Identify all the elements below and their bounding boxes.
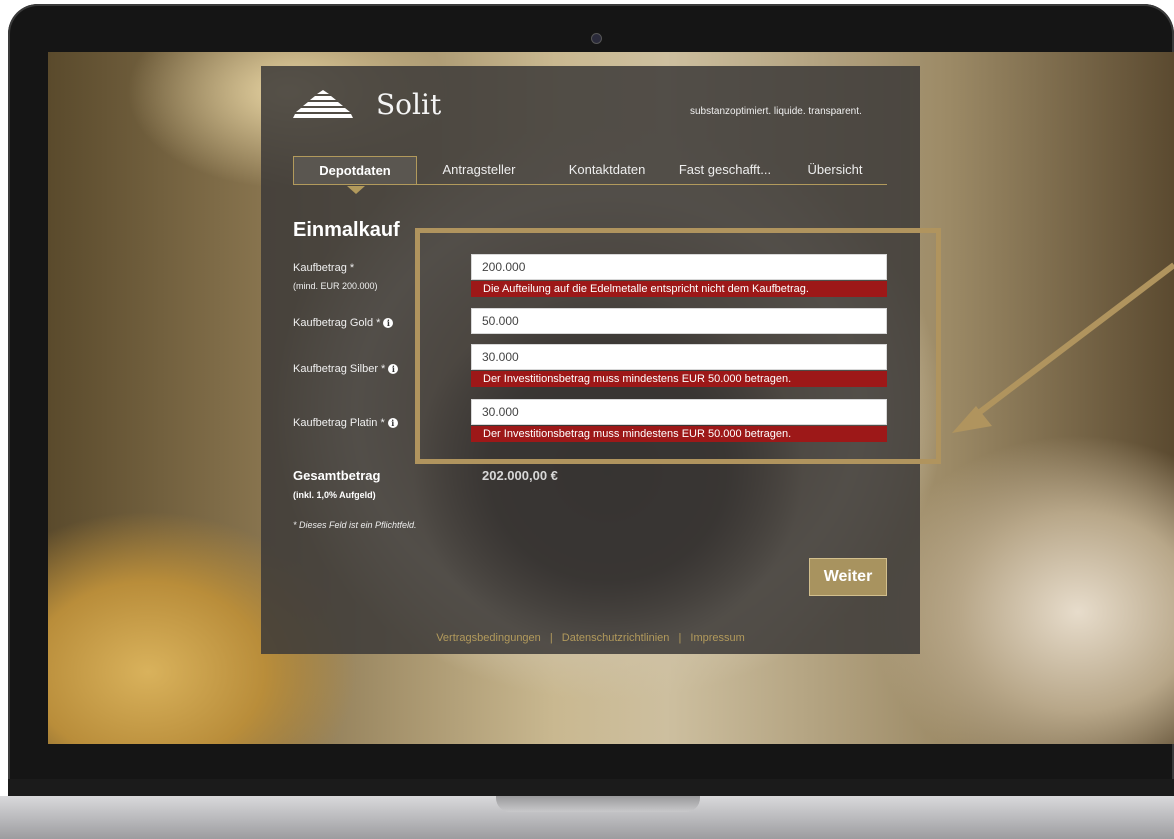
kaufbetrag-platin-label: Kaufbetrag Platin * i [293,417,398,429]
gesamtbetrag-value: 202.000,00 € [482,468,558,483]
impressum-link[interactable]: Impressum [690,632,744,644]
tab-antragsteller[interactable]: Antragsteller [433,156,525,184]
brand-name: Solit [376,88,442,121]
logo-icon [293,90,353,118]
required-note: * Dieses Feld ist ein Pflichtfeld. [293,520,417,530]
footer-links: Vertragsbedingungen | Datenschutzrichtli… [261,632,920,644]
footer-separator: | [678,632,682,644]
brand-tagline: substanzoptimiert. liquide. transparent. [690,106,862,117]
kaufbetrag-platin-label-text: Kaufbetrag Platin * [293,417,385,429]
kaufbetrag-gold-label: Kaufbetrag Gold * i [293,317,394,329]
annotation-arrow-icon [952,262,1174,433]
info-icon[interactable]: i [383,318,394,329]
section-title: Einmalkauf [293,219,400,241]
kaufbetrag-gold-label-text: Kaufbetrag Gold * [293,317,381,329]
weiter-button[interactable]: Weiter [809,558,887,596]
tab-kontaktdaten[interactable]: Kontaktdaten [561,156,653,184]
kaufbetrag-label: Kaufbetrag * [293,262,355,274]
kaufbetrag-silber-label: Kaufbetrag Silber * i [293,363,399,375]
camera-icon [591,33,602,44]
step-tabs: Depotdaten Antragsteller Kontaktdaten Fa… [293,156,887,185]
tab-uebersicht[interactable]: Übersicht [803,156,867,184]
laptop-hinge [8,779,1174,796]
tab-depotdaten[interactable]: Depotdaten [293,156,417,184]
gesamtbetrag-sublabel: (inkl. 1,0% Aufgeld) [293,490,376,500]
highlight-box [415,228,941,464]
kaufbetrag-silber-label-text: Kaufbetrag Silber * [293,363,386,375]
vertragsbedingungen-link[interactable]: Vertragsbedingungen [436,632,541,644]
info-icon[interactable]: i [388,364,399,375]
active-tab-caret-icon [347,186,365,194]
info-icon[interactable]: i [387,418,398,429]
tab-fast-geschafft[interactable]: Fast geschafft... [675,156,775,184]
footer-separator: | [549,632,553,644]
laptop-notch [496,796,700,812]
gesamtbetrag-label: Gesamtbetrag [293,468,381,483]
kaufbetrag-sublabel: (mind. EUR 200.000) [293,281,378,291]
datenschutz-link[interactable]: Datenschutzrichtlinien [562,632,670,644]
